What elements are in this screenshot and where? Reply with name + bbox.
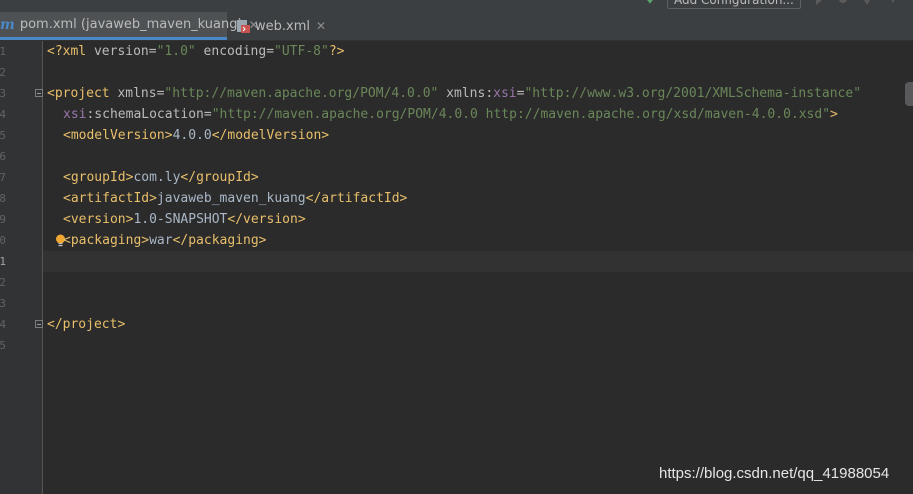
tab-pom-xml[interactable]: m pom.xml (javaweb_maven_kuang) ✕: [0, 12, 259, 40]
line-number: 9: [0, 213, 6, 226]
build-hammer-icon[interactable]: [645, 0, 655, 4]
coverage-icon[interactable]: [860, 0, 874, 5]
debug-icon[interactable]: [836, 0, 850, 5]
line-number: 4: [0, 108, 6, 121]
code-line-9: <version>1.0-SNAPSHOT</version>: [63, 212, 306, 227]
profile-icon[interactable]: [886, 0, 900, 5]
close-tab-icon[interactable]: ✕: [316, 19, 326, 33]
run-icon[interactable]: [812, 0, 826, 5]
code-line-3: <project xmlns="http://maven.apache.org/…: [47, 86, 862, 101]
fold-collapse-icon[interactable]: [35, 89, 43, 97]
line-number: 7: [0, 171, 6, 184]
line-number: 8: [0, 192, 6, 205]
line-number: 13: [0, 297, 6, 310]
toolbar: Add Configuration...: [0, 0, 913, 12]
code-line-8: <artifactId>javaweb_maven_kuang</artifac…: [63, 191, 408, 206]
code-line-5: <modelVersion>4.0.0</modelVersion>: [63, 128, 330, 143]
line-number: 1: [0, 45, 6, 58]
line-number: 10: [0, 234, 6, 247]
line-number: 6: [0, 150, 6, 163]
vertical-scrollbar-thumb[interactable]: [905, 82, 913, 106]
line-number: 12: [0, 276, 6, 289]
line-number: 14: [0, 318, 6, 331]
tab-label: pom.xml (javaweb_maven_kuang): [19, 17, 243, 32]
tab-web-xml[interactable]: web.xml ✕: [236, 12, 326, 40]
code-line-7: <groupId>com.ly</groupId>: [63, 170, 259, 185]
code-line-4: xsi:schemaLocation="http://maven.apache.…: [63, 107, 838, 122]
tab-label: web.xml: [255, 18, 310, 34]
line-number: 2: [0, 66, 6, 79]
line-number-current: 11: [0, 255, 6, 268]
editor-tab-bar: m pom.xml (javaweb_maven_kuang) ✕ web.xm…: [0, 12, 913, 41]
watermark-url: https://blog.csdn.net/qq_41988054: [659, 465, 890, 482]
line-number: 15: [0, 339, 6, 352]
line-number: 3: [0, 87, 6, 100]
maven-file-icon: m: [0, 16, 15, 33]
current-line-highlight: [43, 251, 913, 272]
line-number-gutter[interactable]: 1 2 3 4 5 6 7 8 9 10 11 12 13 14 15: [0, 41, 43, 494]
code-line-10: <packaging>war</packaging>: [63, 233, 267, 248]
code-editor[interactable]: <?xml version="1.0" encoding="UTF-8"?> <…: [43, 41, 913, 494]
run-configuration-dropdown[interactable]: Add Configuration...: [667, 0, 801, 9]
fold-collapse-icon[interactable]: [35, 320, 43, 328]
xml-file-icon: [237, 20, 250, 33]
code-line-14: </project>: [47, 317, 126, 332]
line-number: 5: [0, 129, 6, 142]
code-line-1: <?xml version="1.0" encoding="UTF-8"?>: [47, 44, 345, 59]
